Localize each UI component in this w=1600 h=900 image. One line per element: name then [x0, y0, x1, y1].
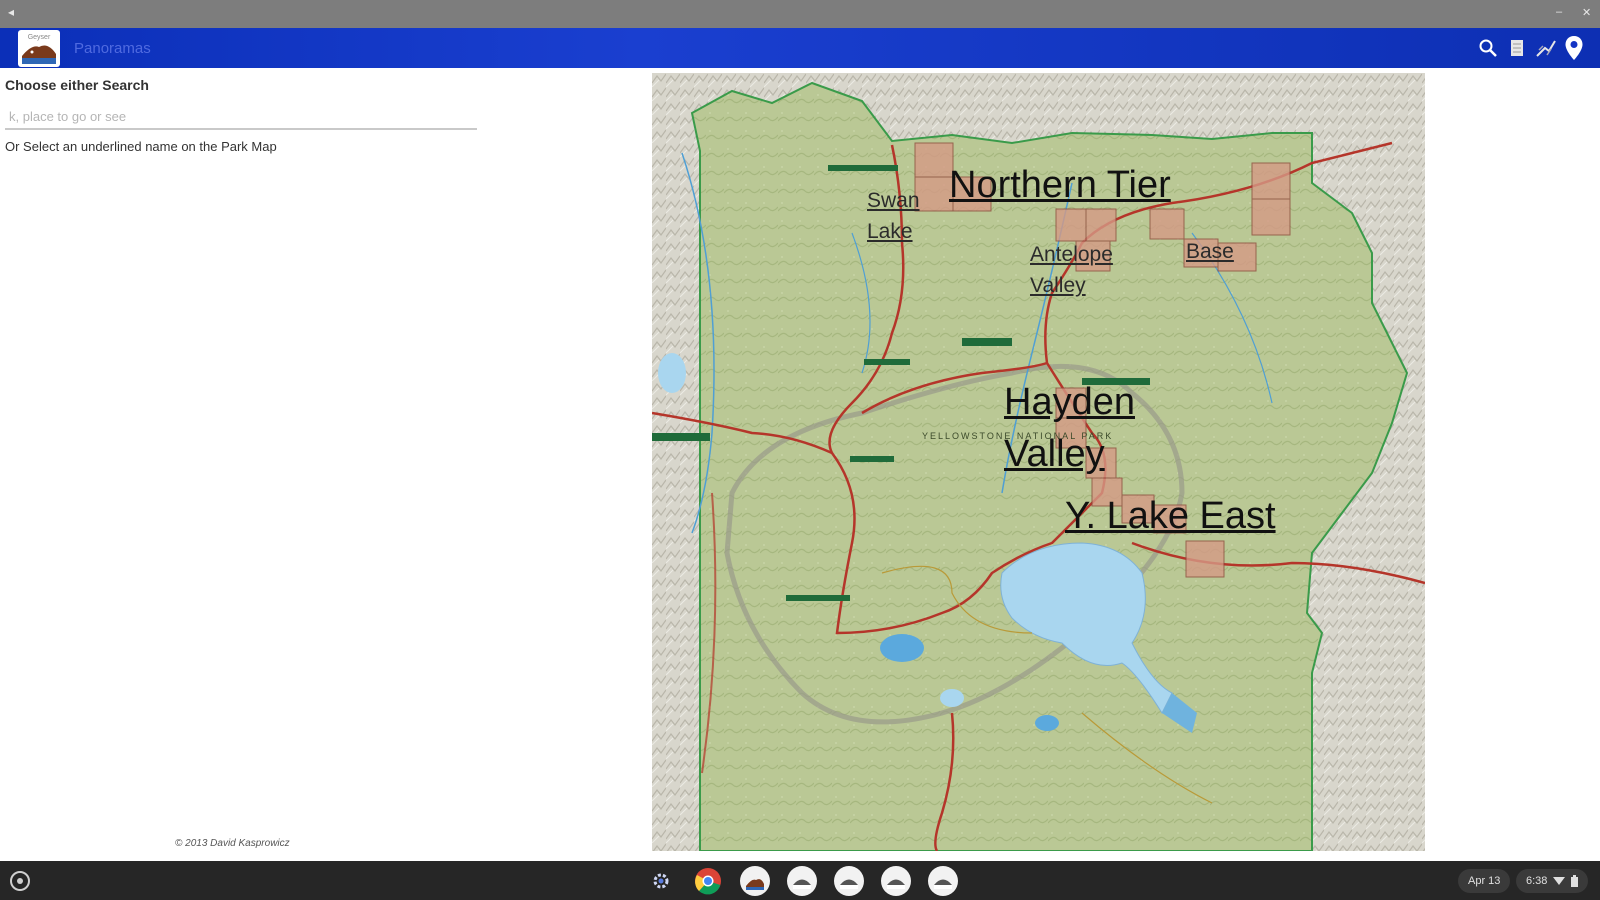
map-link-antelope-valley[interactable]: Antelope: [1030, 244, 1113, 265]
system-tray[interactable]: 6:38: [1516, 869, 1589, 893]
map-link-base[interactable]: Base: [1186, 241, 1234, 262]
wifi-icon: [1553, 877, 1566, 885]
date-pill[interactable]: Apr 13: [1458, 869, 1511, 893]
app-logo-text: Geyser: [28, 34, 51, 41]
app-icon-4[interactable]: [928, 866, 958, 896]
select-hint: Or Select an underlined name on the Park…: [5, 139, 277, 154]
map-link-hayden-valley[interactable]: Hayden: [1004, 383, 1135, 421]
app-icon-3[interactable]: [881, 866, 911, 896]
map-link-swan-lake[interactable]: Swan: [867, 190, 920, 211]
panoramas-app-icon[interactable]: [740, 866, 770, 896]
search-panel: Choose either Search Or Select an underl…: [0, 68, 640, 861]
chrome-icon[interactable]: [693, 866, 723, 896]
map-link-northern-tier[interactable]: Northern Tier: [949, 166, 1171, 204]
window-frame: ◂ – ✕: [0, 0, 1600, 28]
battery-icon: [1571, 875, 1579, 887]
map-link-y-lake-east[interactable]: Y. Lake East: [1065, 497, 1276, 535]
list-icon[interactable]: [1504, 35, 1530, 61]
map-link-swan-lake-2[interactable]: Lake: [867, 221, 913, 242]
time-text: 6:38: [1526, 875, 1548, 887]
hike-icon[interactable]: [1533, 35, 1559, 61]
app-logo: Geyser: [18, 30, 60, 67]
search-input[interactable]: [5, 104, 477, 130]
app-title: Panoramas: [74, 40, 151, 57]
shelf: Apr 13 6:38: [0, 861, 1600, 900]
back-icon[interactable]: ◂: [8, 5, 14, 19]
app-icon-2[interactable]: [834, 866, 864, 896]
location-pin-icon[interactable]: [1561, 35, 1587, 61]
minimize-icon[interactable]: –: [1556, 6, 1562, 18]
search-icon[interactable]: [1475, 35, 1501, 61]
map-link-antelope-valley-2[interactable]: Valley: [1030, 275, 1086, 296]
app-icon-1[interactable]: [787, 866, 817, 896]
close-icon[interactable]: ✕: [1582, 6, 1591, 19]
date-text: Apr 13: [1468, 875, 1501, 887]
choose-label: Choose either Search: [5, 77, 149, 93]
app-bar: Geyser Panoramas: [0, 28, 1600, 68]
park-map[interactable]: YELLOWSTONE NATIONAL PARK Northern Tier …: [652, 73, 1425, 851]
settings-icon[interactable]: [646, 866, 676, 896]
launcher-icon[interactable]: [10, 871, 30, 891]
copyright: © 2013 David Kasprowicz: [175, 838, 290, 849]
map-link-hayden-valley-2[interactable]: Valley: [1004, 435, 1105, 473]
